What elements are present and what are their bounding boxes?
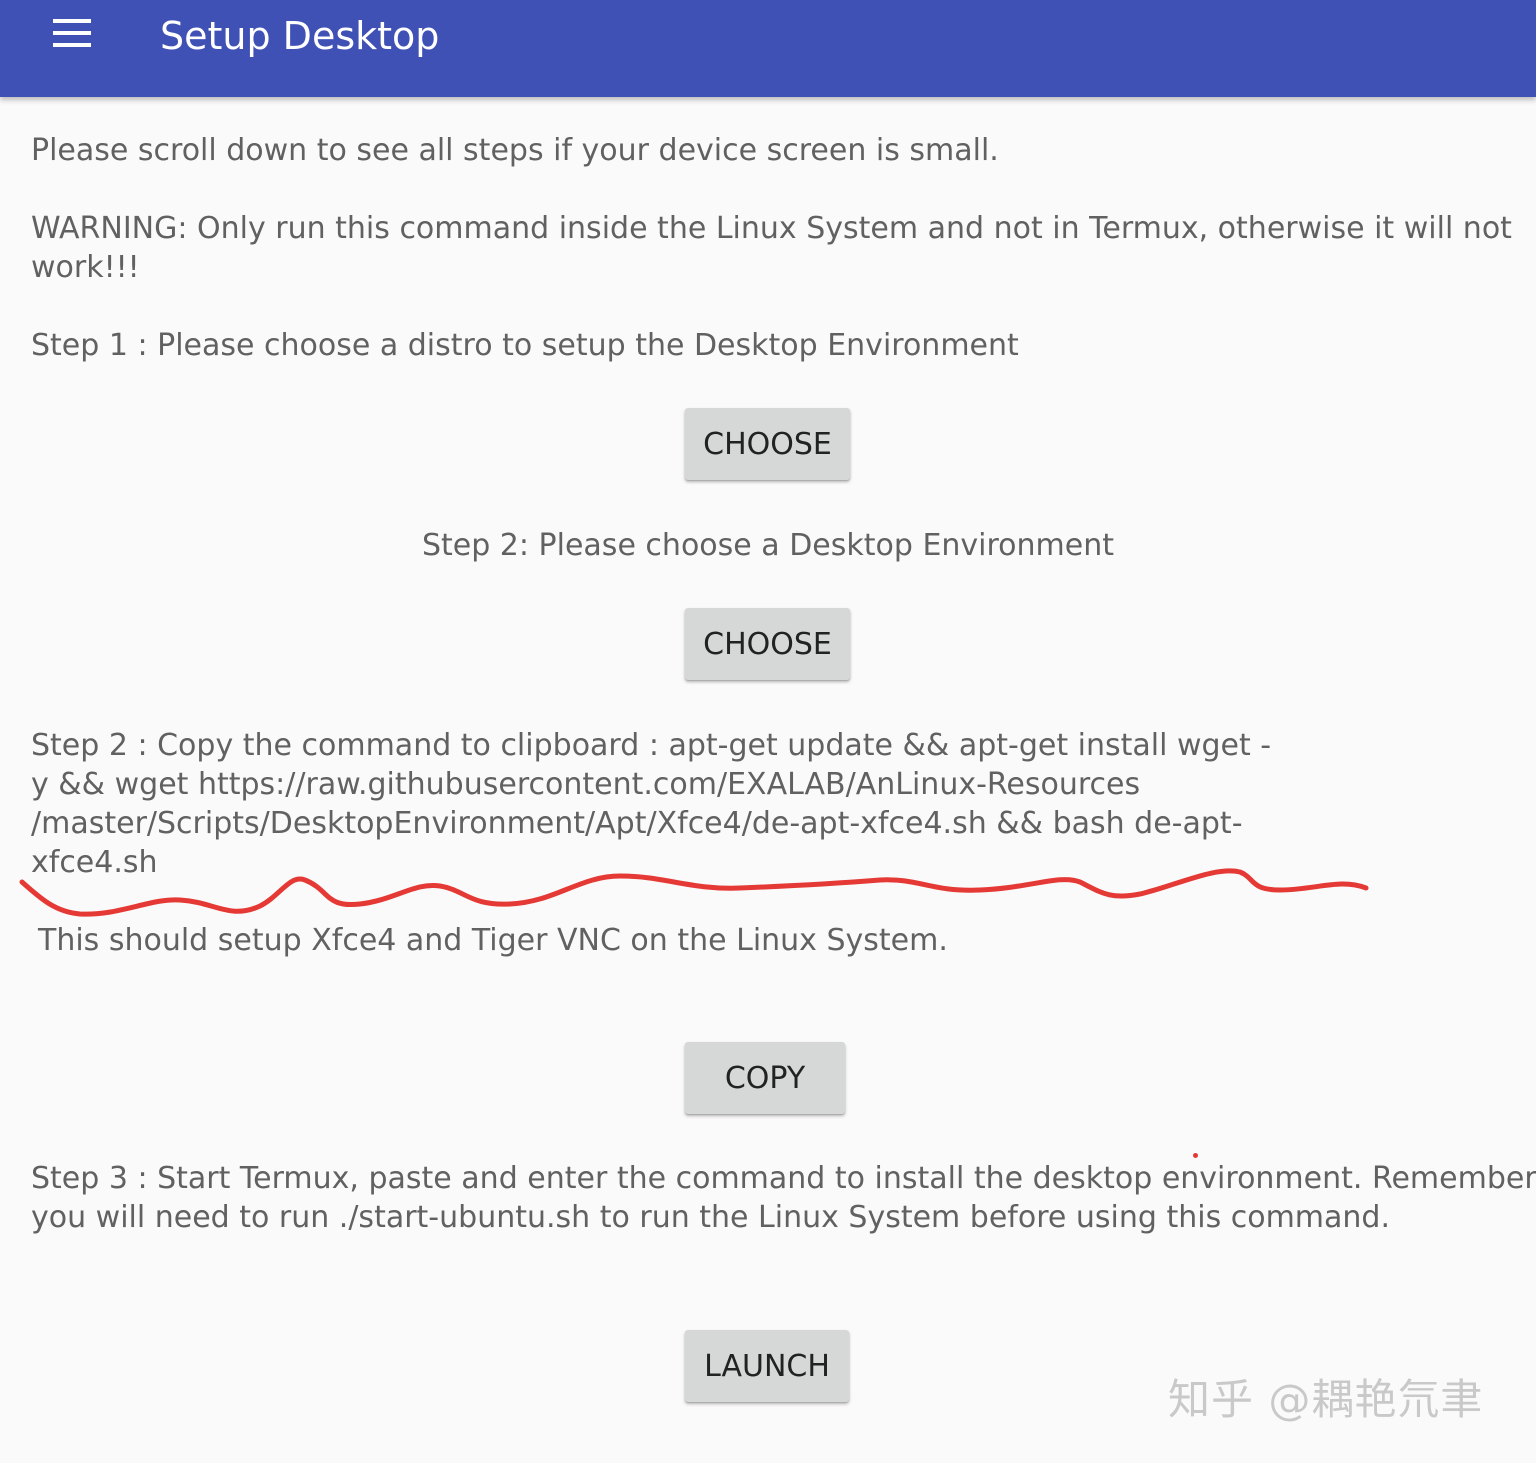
warning-text-line2: work!!! <box>31 250 140 285</box>
choose-desktop-button[interactable]: CHOOSE <box>685 608 850 680</box>
step3-text-line1: Step 3 : Start Termux, paste and enter t… <box>31 1161 1536 1196</box>
launch-button[interactable]: LAUNCH <box>685 1330 849 1402</box>
warning-text-line1: WARNING: Only run this command inside th… <box>31 211 1512 246</box>
red-underline-annotation <box>19 868 1369 917</box>
choose-distro-button[interactable]: CHOOSE <box>685 408 850 480</box>
command-text-line4: xfce4.sh <box>31 845 158 880</box>
scroll-hint-text: Please scroll down to see all steps if y… <box>31 133 999 168</box>
command-text-line1: Step 2 : Copy the command to clipboard :… <box>31 728 1272 763</box>
watermark: 知乎 @耦艳氘聿 <box>1168 1375 1484 1424</box>
result-text: This should setup Xfce4 and Tiger VNC on… <box>38 923 948 958</box>
app-bar: Setup Desktop <box>0 0 1536 97</box>
command-text-line2: y && wget https://raw.githubusercontent.… <box>31 767 1141 802</box>
step2-text: Step 2: Please choose a Desktop Environm… <box>421 528 1115 563</box>
copy-button[interactable]: COPY <box>685 1042 845 1114</box>
step3-text-line2: you will need to run ./start-ubuntu.sh t… <box>31 1200 1391 1235</box>
red-dot-annotation <box>1193 1153 1198 1158</box>
step1-text: Step 1 : Please choose a distro to setup… <box>31 328 1019 363</box>
menu-icon[interactable] <box>53 19 91 47</box>
page-title: Setup Desktop <box>160 14 440 58</box>
command-text-line3: /master/Scripts/DesktopEnvironment/Apt/X… <box>31 806 1243 841</box>
